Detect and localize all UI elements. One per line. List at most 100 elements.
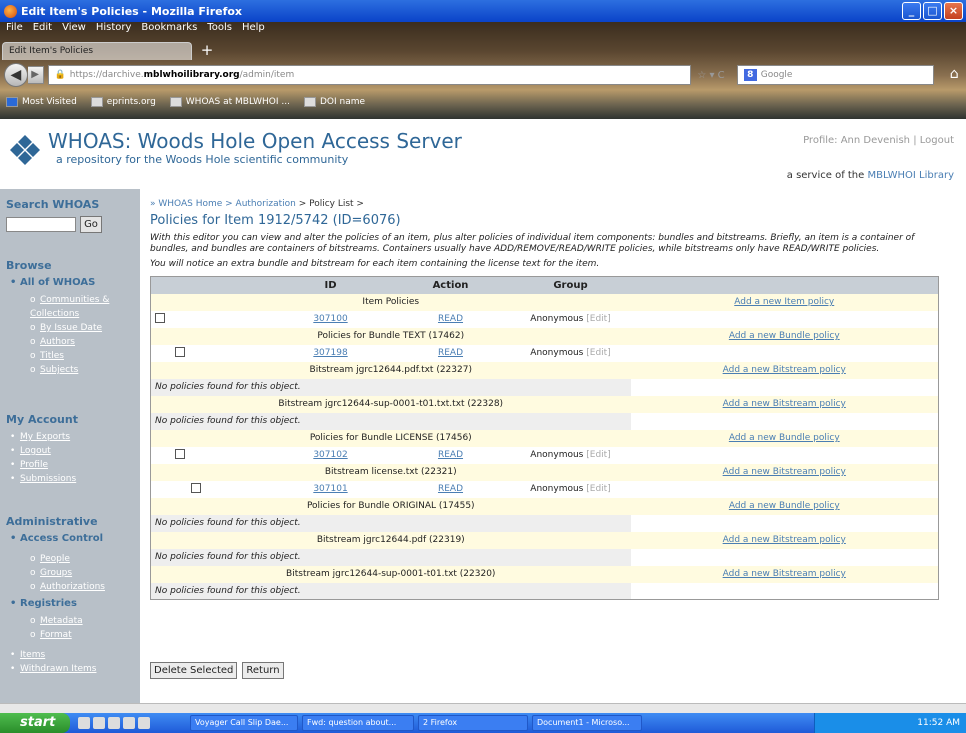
sidebar-label: Groups [40, 568, 73, 578]
add-bitstream-policy-link[interactable]: Add a new Bitstream policy [723, 569, 846, 579]
policy-id-link[interactable]: 307101 [313, 484, 347, 494]
policy-action-link[interactable]: READ [438, 484, 463, 494]
sidebar-item-groups[interactable]: o Groups [0, 566, 140, 580]
add-bitstream-policy-link[interactable]: Add a new Bitstream policy [723, 467, 846, 477]
sidebar-item-format[interactable]: o Format [0, 628, 140, 642]
sidebar-item-submissions[interactable]: • Submissions [0, 472, 140, 486]
policy-checkbox[interactable] [175, 448, 185, 459]
edit-link[interactable]: [Edit] [586, 348, 610, 358]
quicklaunch-icon[interactable] [138, 717, 150, 729]
back-arrow-icon[interactable]: ◀ [4, 63, 28, 87]
search-bar[interactable]: 8 Google [736, 65, 935, 85]
group-name: Anonymous [530, 450, 584, 460]
header-blank [150, 276, 271, 294]
star-reload-icon[interactable]: ☆ ▾ C [691, 70, 730, 81]
no-policies-message: No policies found for this object. [150, 412, 631, 430]
library-link[interactable]: MBLWHOI Library [867, 170, 954, 181]
window-title: Edit Item's Policies - Mozilla Firefox [21, 4, 243, 18]
horizontal-scrollbar[interactable] [0, 703, 966, 713]
menu-file[interactable]: File [6, 22, 23, 36]
add-bundle-policy-link[interactable]: Add a new Bundle policy [729, 433, 840, 443]
menu-help[interactable]: Help [242, 22, 265, 36]
start-button[interactable]: start [0, 713, 70, 733]
policy-checkbox[interactable] [191, 482, 201, 493]
url-bar[interactable]: 🔒 https://darchive.mblwhoilibrary.org/ad… [47, 65, 692, 85]
edit-link[interactable]: [Edit] [586, 450, 610, 460]
add-bitstream-policy-link[interactable]: Add a new Bitstream policy [723, 365, 846, 375]
menu-view[interactable]: View [62, 22, 86, 36]
menu-tools[interactable]: Tools [207, 22, 232, 36]
breadcrumb-home[interactable]: » WHOAS Home [150, 199, 222, 209]
policy-id-link[interactable]: 307198 [313, 348, 347, 358]
edit-link[interactable]: [Edit] [586, 314, 610, 324]
menu-history[interactable]: History [96, 22, 132, 36]
breadcrumb-sep: > [222, 199, 236, 209]
site-tagline: a repository for the Woods Hole scientif… [56, 153, 349, 166]
forward-arrow-icon[interactable]: ▶ [27, 66, 44, 84]
table-row: Bitstream jgrc12644-sup-0001-t01.txt (22… [150, 565, 939, 583]
sidebar-item-my-exports[interactable]: • My Exports [0, 430, 140, 444]
edit-link[interactable]: [Edit] [586, 484, 610, 494]
add-item-policy-link[interactable]: Add a new Item policy [734, 297, 834, 307]
sidebar-item-people[interactable]: o People [0, 552, 140, 566]
bookmark-most-visited[interactable]: Most Visited [6, 97, 77, 107]
policy-checkbox[interactable] [175, 346, 185, 357]
quicklaunch-icon[interactable] [123, 717, 135, 729]
logout-link[interactable]: Logout [920, 135, 954, 146]
add-bitstream-policy-link[interactable]: Add a new Bitstream policy [723, 399, 846, 409]
sidebar-search-input[interactable] [6, 217, 76, 232]
menu-bookmarks[interactable]: Bookmarks [141, 22, 197, 36]
policy-checkbox[interactable] [155, 312, 165, 323]
quicklaunch-icon[interactable] [93, 717, 105, 729]
bookmark-eprints[interactable]: eprints.org [90, 97, 156, 107]
sidebar-item-authorizations[interactable]: o Authorizations [0, 580, 140, 594]
policy-action-link[interactable]: READ [438, 348, 463, 358]
taskbar-task-document[interactable]: Document1 - Microso... [532, 715, 642, 731]
sidebar-item-withdrawn[interactable]: • Withdrawn Items [0, 662, 140, 676]
navigation-bar: ◀ ▶ 🔒 https://darchive.mblwhoilibrary.or… [0, 62, 966, 88]
taskbar-task-voyager[interactable]: Voyager Call Slip Dae... [190, 715, 298, 731]
delete-selected-button[interactable]: Delete Selected [150, 662, 238, 679]
empty-cell [631, 515, 939, 532]
breadcrumb-authorization[interactable]: Authorization [236, 199, 296, 209]
profile-link[interactable]: Profile: Ann Devenish [803, 135, 910, 146]
sidebar-item-communities[interactable]: o Communities & Collections [0, 293, 140, 321]
policy-id-link[interactable]: 307100 [313, 314, 347, 324]
policy-id-link[interactable]: 307102 [313, 450, 347, 460]
section-label: Bitstream jgrc12644-sup-0001-t01.txt.txt… [150, 395, 631, 413]
bookmark-doi[interactable]: DOI name [303, 97, 365, 107]
policies-table: ID Action Group Item Policies Add a new … [150, 276, 939, 600]
quicklaunch-icon[interactable] [108, 717, 120, 729]
go-button[interactable]: Go [80, 216, 102, 233]
close-button[interactable]: × [944, 2, 963, 20]
add-bundle-policy-link[interactable]: Add a new Bundle policy [729, 501, 840, 511]
taskbar-task-fwd[interactable]: Fwd: question about... [302, 715, 414, 731]
policy-action-link[interactable]: READ [438, 450, 463, 460]
empty-cell [630, 480, 939, 498]
sidebar-item-titles[interactable]: o Titles [0, 349, 140, 363]
return-button[interactable]: Return [242, 662, 284, 679]
add-bitstream-policy-link[interactable]: Add a new Bitstream policy [723, 535, 846, 545]
home-icon[interactable]: ⌂ [942, 64, 966, 86]
browser-tab[interactable]: Edit Item's Policies [2, 42, 192, 60]
maximize-button[interactable]: □ [923, 2, 942, 20]
policy-action-link[interactable]: READ [438, 314, 463, 324]
minimize-button[interactable]: _ [902, 2, 921, 20]
add-cell: Add a new Bitstream policy [630, 531, 939, 549]
new-tab-button[interactable]: + [196, 42, 218, 60]
sidebar-item-subjects[interactable]: o Subjects [0, 363, 140, 377]
sidebar-label: Profile [20, 460, 48, 470]
header-group: Group [510, 276, 631, 294]
bookmark-whoas[interactable]: WHOAS at MBLWHOI ... [169, 97, 290, 107]
sidebar-item-logout[interactable]: • Logout [0, 444, 140, 458]
sidebar-item-items[interactable]: • Items [0, 648, 140, 662]
firefox-icon [4, 4, 17, 18]
add-bundle-policy-link[interactable]: Add a new Bundle policy [729, 331, 840, 341]
quicklaunch-icon[interactable] [78, 717, 90, 729]
sidebar-item-authors[interactable]: o Authors [0, 335, 140, 349]
menu-edit[interactable]: Edit [33, 22, 52, 36]
sidebar-item-issue-date[interactable]: o By Issue Date [0, 321, 140, 335]
sidebar-item-profile[interactable]: • Profile [0, 458, 140, 472]
sidebar-item-metadata[interactable]: o Metadata [0, 614, 140, 628]
taskbar-task-firefox[interactable]: 2 Firefox [418, 715, 528, 731]
